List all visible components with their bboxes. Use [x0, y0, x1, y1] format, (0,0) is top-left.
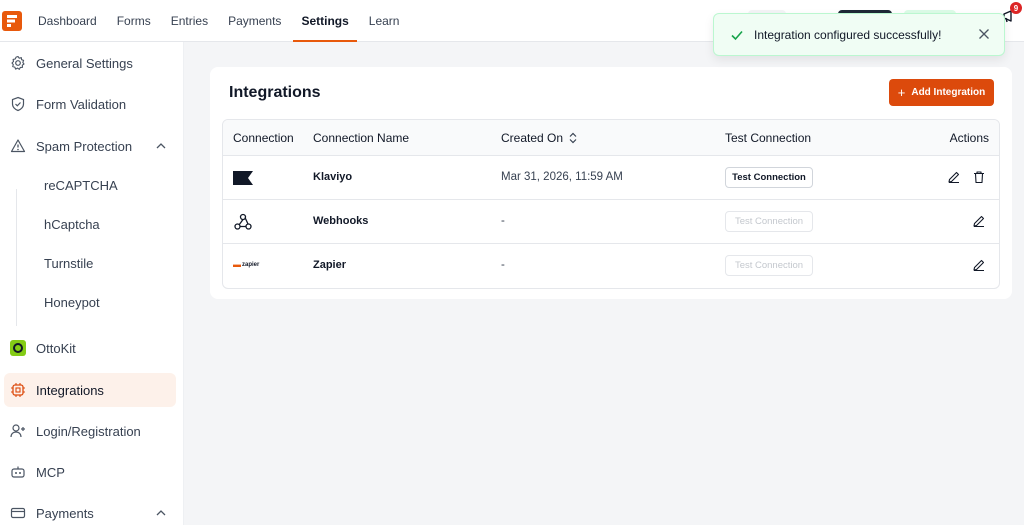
ottokit-icon	[10, 340, 26, 356]
card-icon	[10, 505, 26, 521]
zapier-logo-text: zapier	[242, 261, 260, 268]
test-connection-button[interactable]: Test Connection	[725, 255, 813, 276]
user-plus-icon	[10, 423, 26, 439]
sidebar-subitem-recaptcha[interactable]: reCAPTCHA	[44, 178, 118, 193]
column-created-on-label: Created On	[501, 131, 564, 145]
sidebar-item-integrations[interactable]: Integrations	[4, 373, 176, 407]
integrations-icon	[10, 382, 26, 398]
edit-icon[interactable]	[972, 258, 986, 272]
column-test-connection: Test Connection	[725, 131, 812, 145]
sort-icon[interactable]	[568, 132, 578, 144]
edit-icon[interactable]	[972, 214, 986, 228]
column-actions: Actions	[949, 131, 989, 145]
success-toast: Integration configured successfully!	[713, 13, 1005, 56]
sidebar-item-general-settings[interactable]: General Settings	[4, 46, 176, 80]
sidebar-subitem-honeypot[interactable]: Honeypot	[44, 295, 100, 310]
page-title: Integrations	[229, 84, 321, 101]
sidebar-item-login-registration[interactable]: Login/Registration	[4, 414, 176, 448]
main-nav: Dashboard Forms Entries Payments Setting…	[34, 0, 409, 42]
nav-entries[interactable]: Entries	[161, 0, 218, 42]
notification-badge: 9	[1010, 2, 1022, 14]
chevron-up-icon[interactable]	[156, 508, 166, 518]
sidebar-item-payments[interactable]: Payments	[4, 496, 176, 525]
column-created-on[interactable]: Created On	[501, 131, 578, 145]
sidebar-item-label: Spam Protection	[36, 138, 133, 154]
test-connection-button[interactable]: Test Connection	[725, 167, 813, 188]
nav-forms[interactable]: Forms	[107, 0, 161, 42]
plus-icon: +	[897, 85, 906, 100]
shield-check-icon	[10, 96, 26, 112]
toast-message: Integration configured successfully!	[754, 27, 942, 42]
sidebar-item-form-validation[interactable]: Form Validation	[4, 87, 176, 121]
submenu-guide-line	[16, 189, 17, 326]
klaviyo-logo-icon	[233, 171, 253, 185]
trash-icon[interactable]	[972, 170, 986, 184]
add-integration-button[interactable]: + Add Integration	[889, 79, 994, 106]
robot-icon	[10, 464, 26, 480]
sidebar-item-label: Payments	[36, 505, 94, 521]
sidebar-item-label: Login/Registration	[36, 423, 141, 439]
table-row: Webhooks - Test Connection	[223, 200, 999, 244]
integrations-card: Integrations + Add Integration Connectio…	[210, 67, 1012, 299]
nav-payments[interactable]: Payments	[218, 0, 291, 42]
table-row: Klaviyo Mar 31, 2026, 11:59 AM Test Conn…	[223, 156, 999, 200]
sidebar-item-label: OttoKit	[36, 340, 76, 356]
zapier-logo-icon: ▬ zapier	[233, 260, 260, 269]
sidebar-subitem-hcaptcha[interactable]: hCaptcha	[44, 217, 100, 232]
created-on: -	[501, 215, 505, 227]
sidebar-item-label: Integrations	[36, 382, 104, 398]
add-integration-label: Add Integration	[911, 87, 986, 98]
table-row: ▬ zapier Zapier - Test Connection	[223, 244, 999, 288]
sidebar-item-label: General Settings	[36, 55, 133, 71]
close-icon[interactable]	[978, 28, 990, 40]
column-connection: Connection	[233, 131, 294, 145]
edit-icon[interactable]	[947, 170, 961, 184]
integrations-table: Connection Connection Name Created On Te…	[222, 119, 1000, 289]
app-logo-icon[interactable]	[2, 10, 22, 31]
sidebar-subitem-turnstile[interactable]: Turnstile	[44, 256, 93, 271]
settings-sidebar: General Settings Form Validation Spam Pr…	[0, 42, 184, 525]
table-header: Connection Connection Name Created On Te…	[223, 120, 999, 156]
nav-settings[interactable]: Settings	[291, 0, 358, 42]
nav-dashboard[interactable]: Dashboard	[34, 0, 107, 42]
webhooks-logo-icon	[234, 213, 252, 230]
nav-learn[interactable]: Learn	[359, 0, 410, 42]
sidebar-item-label: Form Validation	[36, 96, 127, 112]
sidebar-item-label: MCP	[36, 464, 65, 480]
test-connection-button[interactable]: Test Connection	[725, 211, 813, 232]
sidebar-item-ottokit[interactable]: OttoKit	[4, 331, 176, 365]
connection-name: Zapier	[313, 259, 347, 271]
checkmark-icon	[731, 30, 743, 40]
created-on: -	[501, 259, 505, 271]
connection-name: Webhooks	[313, 215, 369, 227]
created-on: Mar 31, 2026, 11:59 AM	[501, 171, 623, 183]
sidebar-item-spam-protection[interactable]: Spam Protection	[4, 129, 176, 163]
column-connection-name: Connection Name	[313, 131, 410, 145]
warning-icon	[10, 138, 26, 154]
gear-icon	[10, 55, 26, 71]
chevron-up-icon[interactable]	[156, 141, 166, 151]
sidebar-item-mcp[interactable]: MCP	[4, 455, 176, 489]
connection-name: Klaviyo	[313, 171, 353, 183]
